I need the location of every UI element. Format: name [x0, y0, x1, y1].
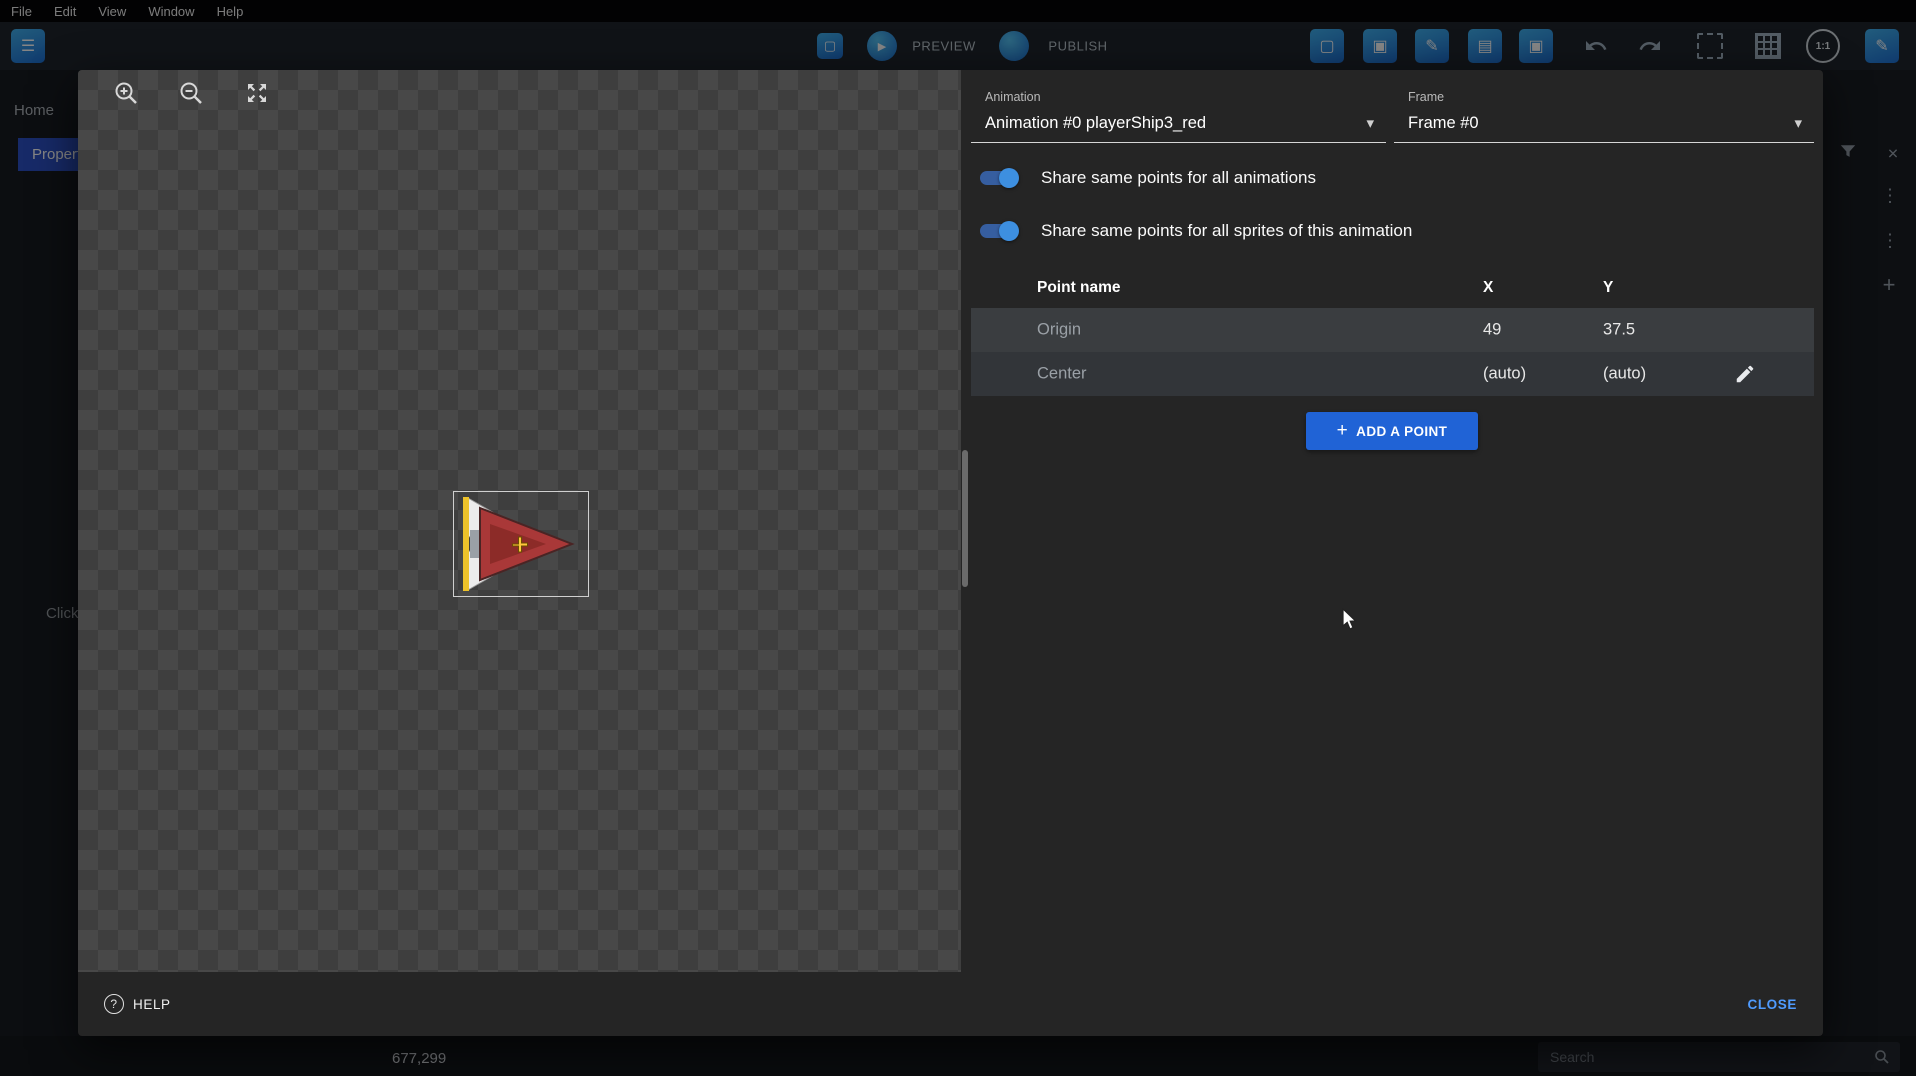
animation-select-value: Animation #0 playerShip3_red: [985, 114, 1206, 133]
animation-select[interactable]: Animation Animation #0 playerShip3_red ▾: [971, 83, 1386, 143]
header-point-name: Point name: [1037, 279, 1121, 297]
canvas-scrollbar[interactable]: [961, 70, 969, 972]
add-a-point-label: ADD A POINT: [1356, 424, 1447, 439]
point-row-center[interactable]: Center (auto) (auto): [971, 352, 1814, 396]
toggle-label: Share same points for all animations: [1041, 168, 1316, 188]
points-table: Point name X Y Origin 49 37.5 Center (au…: [971, 269, 1814, 396]
scrollbar-thumb[interactable]: [962, 450, 968, 587]
zoom-in-icon[interactable]: [112, 79, 140, 107]
header-y: Y: [1603, 279, 1613, 297]
chevron-down-icon: ▾: [1794, 114, 1802, 132]
point-name: Origin: [1037, 321, 1081, 340]
plus-icon: +: [1337, 421, 1349, 440]
add-a-point-button[interactable]: + ADD A POINT: [1306, 412, 1478, 450]
frame-select-value: Frame #0: [1408, 114, 1479, 133]
header-x: X: [1483, 279, 1493, 297]
point-name: Center: [1037, 365, 1087, 384]
fit-to-screen-icon[interactable]: [243, 79, 271, 107]
sprite-canvas[interactable]: [78, 70, 961, 972]
point-y-value[interactable]: 37.5: [1603, 321, 1635, 340]
frame-select-label: Frame: [1408, 90, 1444, 104]
toggle-label: Share same points for all sprites of thi…: [1041, 221, 1412, 241]
frame-select[interactable]: Frame Frame #0 ▾: [1394, 83, 1814, 143]
origin-point-marker[interactable]: [511, 536, 529, 554]
dialog-footer: ? HELP CLOSE: [78, 972, 1823, 1036]
edit-pencil-icon[interactable]: [1734, 363, 1756, 385]
edit-points-dialog: Animation Animation #0 playerShip3_red ▾…: [78, 70, 1823, 1036]
points-panel: Animation Animation #0 playerShip3_red ▾…: [969, 70, 1823, 972]
close-button[interactable]: CLOSE: [1747, 997, 1797, 1012]
point-row-origin[interactable]: Origin 49 37.5: [971, 308, 1814, 352]
help-button[interactable]: ? HELP: [104, 994, 171, 1014]
screen: File Edit View Window Help ☰ ▢ ▶ PREVIEW…: [0, 0, 1916, 1076]
animation-select-label: Animation: [985, 90, 1041, 104]
zoom-out-icon[interactable]: [177, 79, 205, 107]
sprite-frame: [453, 491, 589, 597]
point-y-value[interactable]: (auto): [1603, 365, 1646, 384]
help-label: HELP: [133, 997, 171, 1012]
point-x-value[interactable]: (auto): [1483, 365, 1526, 384]
question-mark-icon: ?: [104, 994, 124, 1014]
points-table-header: Point name X Y: [971, 269, 1814, 308]
dialog-body: Animation Animation #0 playerShip3_red ▾…: [78, 70, 1823, 972]
share-points-all-animations-toggle[interactable]: [977, 168, 1019, 188]
chevron-down-icon: ▾: [1366, 114, 1374, 132]
point-x-value[interactable]: 49: [1483, 321, 1501, 340]
share-points-all-sprites-toggle[interactable]: [977, 221, 1019, 241]
